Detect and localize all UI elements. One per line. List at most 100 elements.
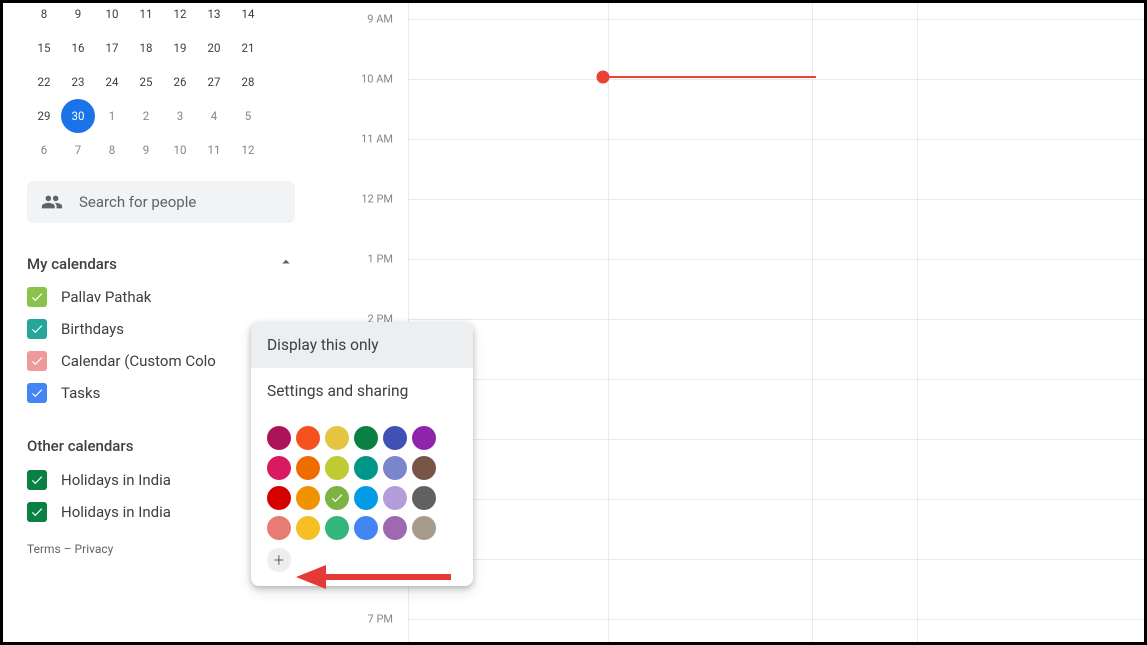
color-swatch[interactable] xyxy=(267,456,291,480)
calendar-checkbox[interactable] xyxy=(27,470,47,490)
mini-cal-day[interactable]: 11 xyxy=(129,0,163,31)
mini-cal-day[interactable]: 9 xyxy=(129,133,163,167)
mini-cal-day[interactable]: 20 xyxy=(197,31,231,65)
hour-gridline xyxy=(408,79,1144,80)
mini-cal-day[interactable]: 8 xyxy=(27,0,61,31)
color-swatch[interactable] xyxy=(412,426,436,450)
color-swatch[interactable] xyxy=(325,486,349,510)
mini-cal-day[interactable]: 18 xyxy=(129,31,163,65)
mini-cal-day[interactable]: 11 xyxy=(197,133,231,167)
mini-cal-day[interactable]: 23 xyxy=(61,65,95,99)
day-gridline xyxy=(812,3,813,642)
calendar-label: Holidays in India xyxy=(61,471,171,489)
color-swatch[interactable] xyxy=(383,516,407,540)
hour-gridline xyxy=(408,439,1144,440)
hour-gridline xyxy=(408,259,1144,260)
color-swatch[interactable] xyxy=(354,456,378,480)
section-title: Other calendars xyxy=(27,437,133,455)
hour-gridline xyxy=(408,379,1144,380)
now-indicator-dot xyxy=(597,71,610,84)
chevron-up-icon xyxy=(277,253,295,275)
hour-gridline xyxy=(408,139,1144,140)
color-swatch[interactable] xyxy=(383,456,407,480)
color-swatch[interactable] xyxy=(296,486,320,510)
day-gridline xyxy=(608,3,609,642)
mini-cal-day[interactable]: 19 xyxy=(163,31,197,65)
mini-cal-day[interactable]: 8 xyxy=(95,133,129,167)
calendar-checkbox[interactable] xyxy=(27,351,47,371)
mini-cal-day[interactable]: 24 xyxy=(95,65,129,99)
color-swatch[interactable] xyxy=(412,516,436,540)
color-swatch[interactable] xyxy=(412,456,436,480)
mini-cal-day[interactable]: 2 xyxy=(129,99,163,133)
mini-cal-day[interactable]: 16 xyxy=(61,31,95,65)
mini-cal-day[interactable]: 28 xyxy=(231,65,265,99)
search-people[interactable]: Search for people xyxy=(27,181,295,223)
mini-cal-day[interactable]: 10 xyxy=(163,133,197,167)
color-swatch[interactable] xyxy=(354,426,378,450)
calendar-label: Tasks xyxy=(61,384,100,402)
calendar-checkbox[interactable] xyxy=(27,287,47,307)
mini-cal-day[interactable]: 22 xyxy=(27,65,61,99)
section-title: My calendars xyxy=(27,255,117,273)
display-this-only-item[interactable]: Display this only xyxy=(251,322,473,368)
color-swatch[interactable] xyxy=(354,516,378,540)
color-swatch[interactable] xyxy=(325,516,349,540)
mini-cal-day[interactable]: 15 xyxy=(27,31,61,65)
my-calendars-header[interactable]: My calendars xyxy=(27,247,295,281)
color-swatch[interactable] xyxy=(267,516,291,540)
time-label: 9 AM xyxy=(367,13,393,26)
mini-cal-day[interactable]: 26 xyxy=(163,65,197,99)
hour-gridline xyxy=(408,499,1144,500)
calendar-label: Pallav Pathak xyxy=(61,288,151,306)
color-swatch[interactable] xyxy=(354,486,378,510)
color-swatch[interactable] xyxy=(296,456,320,480)
search-placeholder: Search for people xyxy=(79,193,196,211)
mini-cal-day[interactable]: 4 xyxy=(197,99,231,133)
color-swatch[interactable] xyxy=(383,486,407,510)
color-swatch[interactable] xyxy=(325,426,349,450)
color-swatch[interactable] xyxy=(296,426,320,450)
day-gridline xyxy=(917,3,918,642)
hour-gridline xyxy=(408,559,1144,560)
mini-cal-day[interactable]: 21 xyxy=(231,31,265,65)
time-label: 12 PM xyxy=(361,193,393,206)
color-swatch[interactable] xyxy=(325,456,349,480)
color-swatch[interactable] xyxy=(267,486,291,510)
mini-cal-day[interactable]: 12 xyxy=(163,0,197,31)
hour-gridline xyxy=(408,19,1144,20)
calendar-item[interactable]: Pallav Pathak xyxy=(27,281,295,313)
settings-sharing-item[interactable]: Settings and sharing xyxy=(251,368,473,414)
calendar-grid[interactable] xyxy=(408,3,1144,642)
mini-cal-day[interactable]: 6 xyxy=(27,133,61,167)
color-picker-grid xyxy=(251,414,473,544)
time-label: 1 PM xyxy=(368,253,393,266)
color-swatch[interactable] xyxy=(296,516,320,540)
mini-cal-day[interactable]: 9 xyxy=(61,0,95,31)
hour-gridline xyxy=(408,199,1144,200)
calendar-checkbox[interactable] xyxy=(27,502,47,522)
calendar-label: Calendar (Custom Colo xyxy=(61,352,216,370)
mini-cal-day[interactable]: 30 xyxy=(61,99,95,133)
calendar-checkbox[interactable] xyxy=(27,383,47,403)
calendar-context-menu: Display this only Settings and sharing + xyxy=(251,322,473,586)
mini-cal-day[interactable]: 25 xyxy=(129,65,163,99)
mini-cal-day[interactable]: 29 xyxy=(27,99,61,133)
mini-cal-day[interactable]: 5 xyxy=(231,99,265,133)
color-swatch[interactable] xyxy=(383,426,407,450)
mini-cal-day[interactable]: 13 xyxy=(197,0,231,31)
mini-cal-day[interactable]: 17 xyxy=(95,31,129,65)
mini-cal-day[interactable]: 27 xyxy=(197,65,231,99)
color-swatch[interactable] xyxy=(267,426,291,450)
mini-cal-day[interactable]: 14 xyxy=(231,0,265,31)
now-indicator-line xyxy=(603,76,816,78)
mini-cal-day[interactable]: 12 xyxy=(231,133,265,167)
people-icon xyxy=(41,191,63,213)
mini-cal-day[interactable]: 3 xyxy=(163,99,197,133)
calendar-checkbox[interactable] xyxy=(27,319,47,339)
mini-cal-day[interactable]: 7 xyxy=(61,133,95,167)
color-swatch[interactable] xyxy=(412,486,436,510)
add-custom-color-button[interactable]: + xyxy=(267,548,291,572)
mini-cal-day[interactable]: 1 xyxy=(95,99,129,133)
mini-cal-day[interactable]: 10 xyxy=(95,0,129,31)
